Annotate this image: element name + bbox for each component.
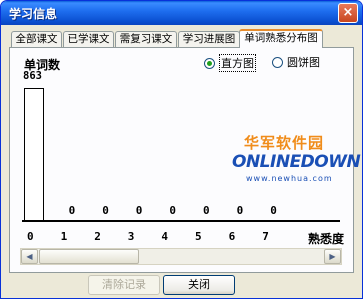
bar-value-label: 0: [169, 204, 177, 217]
scroll-thumb[interactable]: [39, 249, 139, 264]
bar-value-label: 0: [236, 204, 244, 217]
x-tick-label: 3: [127, 230, 135, 243]
tab-learned-lessons[interactable]: 已学课文: [63, 31, 114, 47]
tab-word-familiarity[interactable]: 单词熟悉分布图: [239, 29, 323, 48]
watermark-logo: 华军软件园 ONLINEDOWN www.newhua.com: [232, 132, 361, 194]
close-window-button[interactable]: ×: [338, 3, 358, 23]
x-axis-line: [22, 220, 340, 222]
x-tick-label: 7: [262, 230, 269, 243]
pie-chart-radio-label[interactable]: 圆饼图: [287, 54, 320, 70]
tab-review-lessons[interactable]: 需复习课文: [115, 31, 177, 47]
x-axis-title: 熟悉度: [308, 232, 345, 246]
familiarity-chart: 单词数 863 直方图 圆饼图 华军软件园 ONLINEDOWN www.new…: [10, 48, 361, 272]
watermark-url: www.newhua.com: [246, 174, 333, 183]
pie-chart-radio-circle[interactable]: [272, 56, 283, 68]
title-bar[interactable]: 学习信息 ×: [1, 1, 362, 25]
x-tick-label: 4: [161, 230, 169, 243]
bar-value-label: 0: [68, 204, 76, 217]
x-tick-label: 2: [94, 230, 101, 243]
bar-value-label: 0: [203, 204, 210, 217]
x-tick-label: 6: [228, 230, 236, 243]
tab-content-panel: 单词数 863 直方图 圆饼图 华军软件园 ONLINEDOWN www.new…: [9, 47, 361, 273]
bar-0: [24, 88, 44, 220]
tab-progress-chart[interactable]: 学习进展图: [178, 31, 240, 47]
bar-value-label: 0: [270, 204, 277, 217]
histogram-radio-circle[interactable]: [204, 57, 215, 69]
x-tick-label: 1: [60, 230, 68, 243]
clear-records-button[interactable]: 清除记录: [88, 275, 160, 295]
bar-value-label: 0: [135, 204, 143, 217]
histogram-radio[interactable]: 直方图: [204, 54, 256, 72]
histogram-radio-label[interactable]: 直方图: [219, 54, 256, 72]
x-tick-label: 5: [195, 230, 202, 243]
watermark-en: ONLINEDOWN: [232, 152, 361, 172]
scroll-left-button[interactable]: ◀: [21, 249, 38, 264]
pie-chart-radio[interactable]: 圆饼图: [272, 54, 320, 70]
close-button[interactable]: 关闭: [163, 275, 235, 295]
horizontal-scrollbar[interactable]: ◀ ▶: [20, 248, 342, 265]
y-max-label: 863: [23, 70, 42, 82]
watermark-cn: 华军软件园: [244, 134, 325, 152]
bar-value-label: 0: [102, 204, 109, 217]
tab-all-lessons[interactable]: 全部课文: [11, 31, 62, 47]
x-tick-label: 0: [27, 230, 34, 243]
scroll-right-button[interactable]: ▶: [324, 249, 341, 264]
learning-info-window: 学习信息 × 全部课文 已学课文 需复习课文 学习进展图 单词熟悉分布图 单词数…: [0, 0, 363, 299]
window-title: 学习信息: [9, 7, 58, 21]
